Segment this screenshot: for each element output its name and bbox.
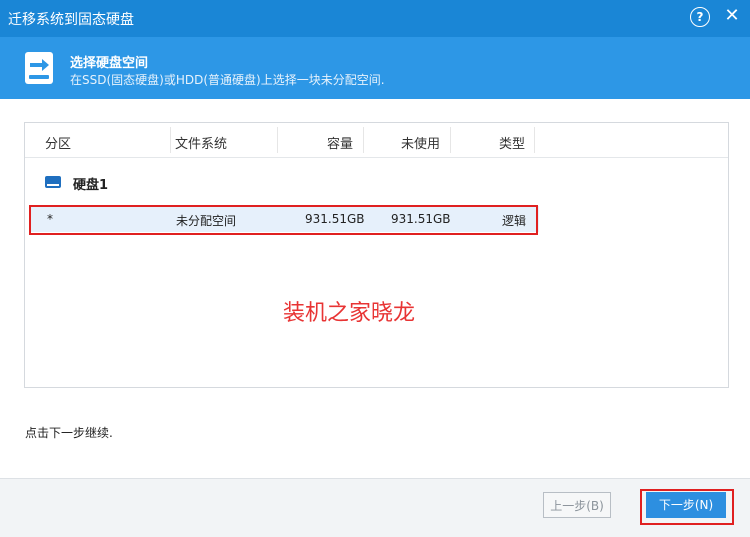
previous-button[interactable]: 上一步(B) bbox=[543, 492, 611, 518]
disk-label: 硬盘1 bbox=[73, 178, 109, 193]
column-divider bbox=[450, 127, 451, 153]
column-divider bbox=[170, 127, 171, 153]
hard-disk-icon bbox=[45, 176, 61, 188]
watermark-text: 装机之家晓龙 bbox=[283, 301, 416, 326]
column-divider bbox=[277, 127, 278, 153]
column-unused[interactable]: 未使用 bbox=[401, 133, 440, 152]
table-header: 分区 文件系统 容量 未使用 类型 bbox=[25, 123, 728, 158]
hint-text: 点击下一步继续. bbox=[25, 426, 113, 440]
step-title: 选择硬盘空间 bbox=[70, 56, 149, 71]
step-subtitle: 在SSD(固态硬盘)或HDD(普通硬盘)上选择一块未分配空间. bbox=[70, 73, 385, 87]
title-bar: 迁移系统到固态硬盘 ? ✕ bbox=[0, 0, 750, 37]
column-type[interactable]: 类型 bbox=[499, 133, 525, 152]
window-title: 迁移系统到固态硬盘 bbox=[8, 12, 134, 28]
column-filesystem[interactable]: 文件系统 bbox=[175, 133, 227, 152]
close-icon[interactable]: ✕ bbox=[722, 6, 742, 26]
help-icon[interactable]: ? bbox=[690, 7, 710, 27]
button-highlight-box bbox=[640, 489, 734, 525]
disk-migrate-icon bbox=[25, 52, 53, 84]
column-partition[interactable]: 分区 bbox=[45, 133, 71, 152]
column-divider bbox=[534, 127, 535, 153]
partition-table: 分区 文件系统 容量 未使用 类型 硬盘1 * 未分配空间 931.51GB 9… bbox=[24, 122, 729, 388]
column-capacity[interactable]: 容量 bbox=[327, 133, 353, 152]
row-highlight-box bbox=[29, 205, 538, 235]
step-header: 选择硬盘空间 在SSD(固态硬盘)或HDD(普通硬盘)上选择一块未分配空间. bbox=[0, 37, 750, 99]
footer-bar: 上一步(B) 下一步(N) bbox=[0, 478, 750, 537]
column-divider bbox=[363, 127, 364, 153]
